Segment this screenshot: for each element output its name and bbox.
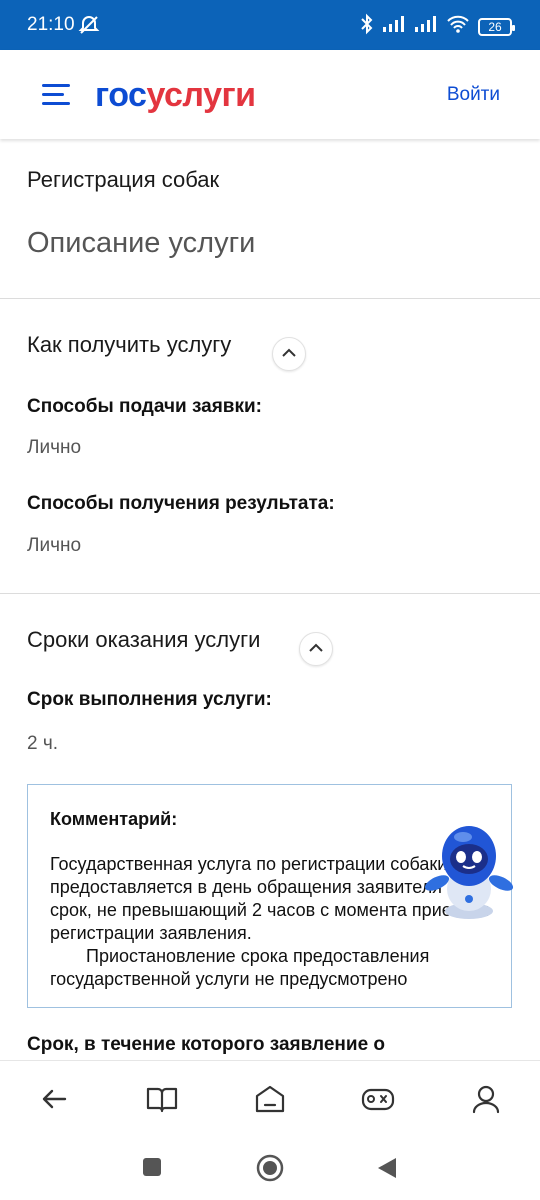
menu-icon[interactable] (42, 84, 70, 106)
gosuslugi-logo[interactable]: госуслуги (95, 76, 256, 115)
breadcrumb[interactable]: Регистрация собак (27, 167, 219, 193)
field-label-result-methods: Способы получения результата: (27, 493, 335, 514)
status-bar: 21:10 26 (0, 0, 540, 50)
home-icon[interactable] (252, 1081, 288, 1117)
bottom-nav (0, 1060, 540, 1137)
page-title: Описание услуги (27, 227, 256, 259)
chevron-up-icon (281, 345, 297, 363)
back-triangle-icon[interactable] (376, 1156, 398, 1185)
field-value-duration: 2 ч. (27, 733, 59, 754)
signal-icon-2 (414, 15, 438, 38)
section-title-deadlines[interactable]: Сроки оказания услуги (27, 627, 260, 653)
comment-title: Комментарий: (50, 809, 178, 829)
collapse-button-deadlines[interactable] (299, 632, 333, 666)
comment-paragraph: Приостановление срока предоставления гос… (50, 946, 430, 989)
collapse-button-how-to-get[interactable] (272, 337, 306, 371)
logo-part-gos: гос (95, 76, 147, 114)
assistant-robot-icon[interactable] (423, 811, 515, 923)
wifi-icon (446, 15, 470, 38)
section-title-how-to-get[interactable]: Как получить услугу (27, 332, 231, 358)
muted-alarm-icon (78, 14, 100, 41)
field-label-submit-methods: Способы подачи заявки: (27, 396, 262, 417)
chevron-up-icon (308, 640, 324, 658)
field-value-result-methods: Лично (27, 535, 82, 556)
app-header: госуслуги Войти (0, 50, 540, 139)
field-label-next: Срок, в течение которого заявление о (27, 1034, 386, 1055)
recent-apps-icon[interactable] (142, 1157, 162, 1182)
field-value-submit-methods: Лично (27, 437, 82, 458)
signal-icon (382, 15, 406, 38)
battery-indicator: 26 (478, 17, 515, 36)
book-icon[interactable] (144, 1081, 180, 1117)
profile-icon[interactable] (468, 1081, 504, 1117)
home-circle-icon[interactable] (256, 1154, 284, 1187)
gamepad-icon[interactable] (360, 1081, 396, 1117)
login-button[interactable]: Войти (447, 84, 500, 106)
status-time: 21:10 (27, 14, 75, 35)
bluetooth-icon (360, 13, 374, 40)
logo-part-uslugi: услуги (146, 76, 256, 114)
system-nav (0, 1136, 540, 1200)
divider (0, 593, 540, 594)
divider (0, 298, 540, 299)
back-arrow-icon[interactable] (36, 1081, 72, 1117)
field-label-duration: Срок выполнения услуги: (27, 689, 272, 710)
